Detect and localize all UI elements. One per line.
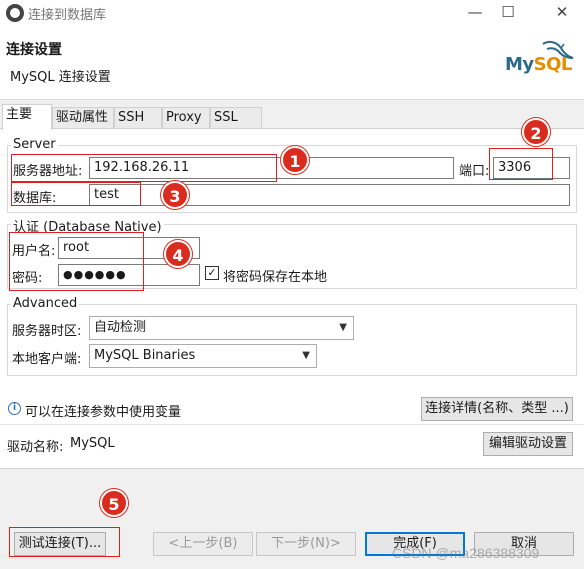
marker-4: 4 (164, 240, 192, 268)
back-button[interactable]: <上一步(B) (153, 532, 253, 556)
server-legend: Server (11, 137, 58, 152)
tab-driver-properties[interactable]: 驱动属性 (52, 107, 114, 129)
auth-legend: 认证 (Database Native) (11, 216, 164, 235)
page-subtitle: MySQL 连接设置 (10, 70, 111, 85)
dialog-header: 连接设置 MySQL 连接设置 MySQL (0, 26, 584, 100)
timezone-value: 自动检测 (94, 320, 147, 335)
database-label: 数据库: (13, 191, 57, 206)
password-label: 密码: (12, 271, 43, 286)
marker-1: 1 (281, 146, 309, 174)
chevron-down-icon: ▼ (339, 322, 347, 333)
client-value: MySQL Binaries (94, 348, 196, 363)
marker-3: 3 (161, 181, 189, 209)
title-bar: 连接到数据库 — ☐ ✕ (0, 0, 584, 26)
close-button[interactable]: ✕ (542, 0, 582, 26)
host-input[interactable]: 192.168.26.11 (89, 157, 454, 179)
app-icon (6, 4, 24, 22)
next-button[interactable]: 下一步(N)> (256, 532, 356, 556)
client-select[interactable]: MySQL Binaries ▼ (89, 344, 317, 368)
save-password-checkbox[interactable]: ✓ (205, 266, 219, 280)
page-title: 连接设置 (6, 42, 62, 58)
logo-text: MySQL (505, 54, 572, 75)
edit-driver-button[interactable]: 编辑驱动设置 (483, 432, 573, 456)
maximize-button[interactable]: ☐ (488, 0, 528, 26)
info-icon: i (8, 402, 21, 415)
divider (0, 424, 584, 425)
tab-main[interactable]: 主要 (2, 104, 52, 130)
tab-ssl[interactable]: SSL (210, 107, 262, 129)
port-input[interactable]: 3306 (493, 157, 570, 179)
driver-value: MySQL (70, 436, 115, 451)
save-password-label: 将密码保存在本地 (223, 270, 328, 285)
variables-hint: 可以在连接参数中使用变量 (25, 405, 182, 420)
chevron-down-icon: ▼ (302, 350, 310, 361)
tab-proxy[interactable]: Proxy (162, 107, 210, 129)
mysql-logo: MySQL (497, 34, 577, 92)
username-label: 用户名: (12, 244, 56, 259)
driver-label: 驱动名称: (7, 440, 64, 455)
client-label: 本地客户端: (12, 352, 82, 367)
test-connection-button[interactable]: 测试连接(T)... (14, 532, 106, 556)
marker-5: 5 (100, 489, 128, 517)
port-label: 端口: (459, 164, 490, 179)
advanced-legend: Advanced (11, 296, 80, 311)
tab-ssh[interactable]: SSH (114, 107, 162, 129)
host-label: 服务器地址: (13, 164, 83, 179)
timezone-select[interactable]: 自动检测 ▼ (89, 316, 354, 340)
timezone-label: 服务器时区: (12, 324, 82, 339)
watermark: CSDN @ma286388309 (392, 545, 540, 561)
window-title: 连接到数据库 (28, 8, 107, 23)
marker-2: 2 (522, 118, 550, 146)
connection-details-button[interactable]: 连接详情(名称、类型 ...) (421, 397, 573, 421)
